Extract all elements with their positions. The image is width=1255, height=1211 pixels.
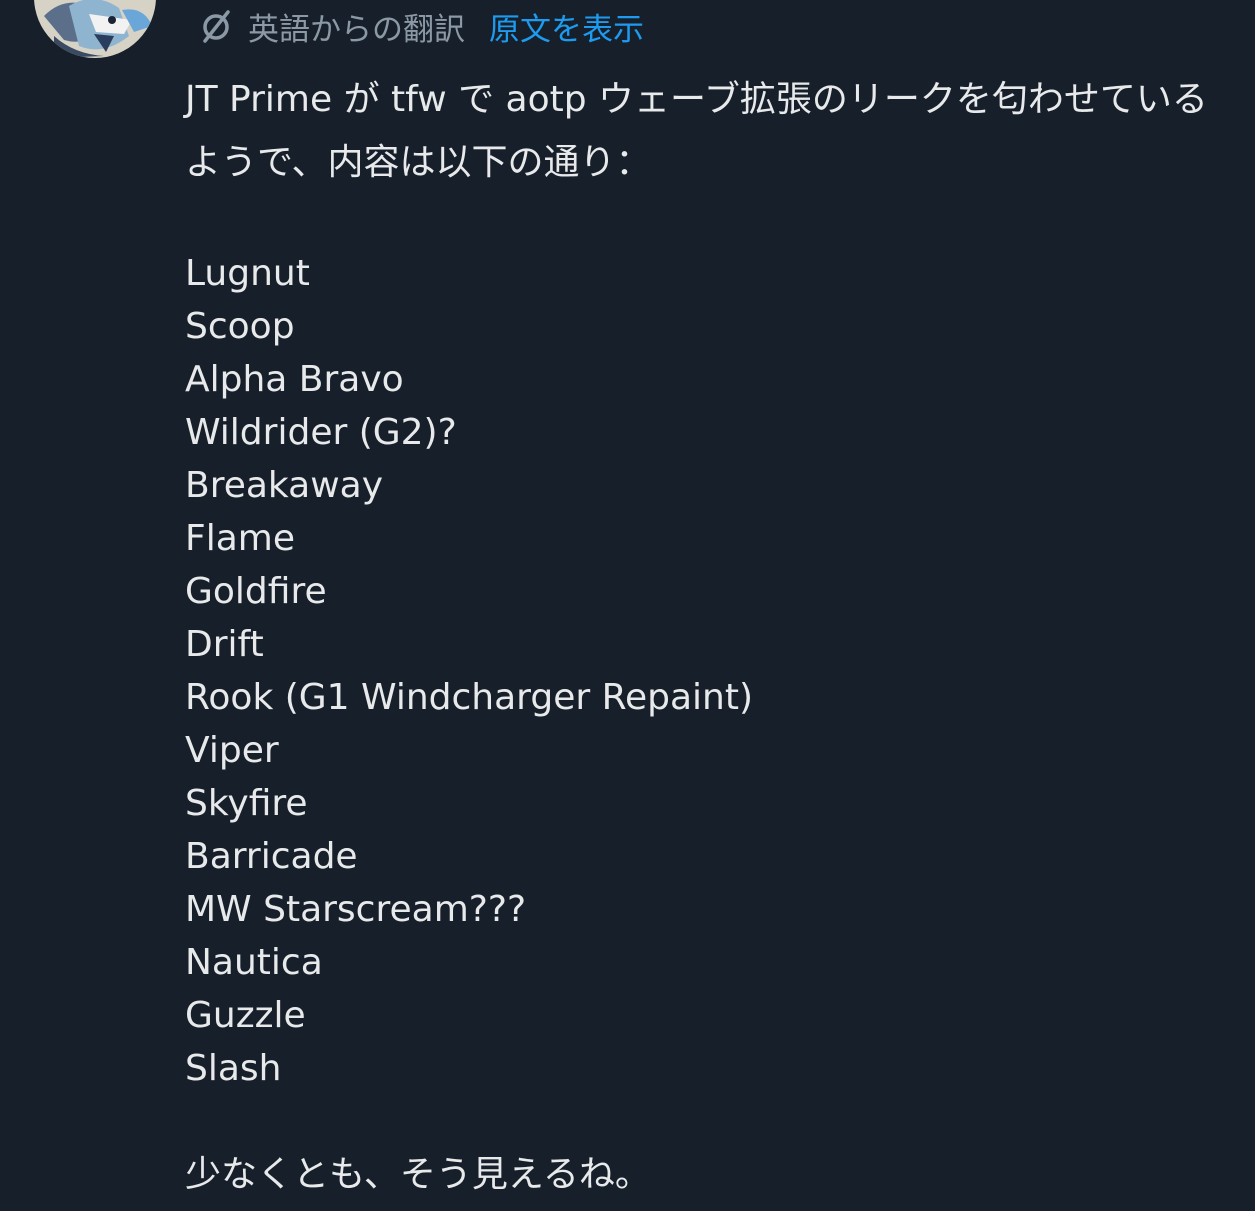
list-item: Skyfire <box>185 783 308 824</box>
list-item: MW Starscream??? <box>185 889 527 930</box>
translated-from-label: 英語からの翻訳 <box>248 11 465 48</box>
avatar-image <box>34 0 156 58</box>
show-original-link[interactable]: 原文を表示 <box>489 4 644 49</box>
list-item: Goldfire <box>185 571 327 612</box>
list-item: Guzzle <box>185 995 306 1036</box>
list-item: Scoop <box>185 306 295 347</box>
leak-list: Lugnut Scoop Alpha Bravo Wildrider (G2)?… <box>185 247 1225 1095</box>
list-item: Wildrider (G2)? <box>185 412 457 453</box>
tweet-intro: JT Prime が tfw で aotp ウェーブ拡張のリークを匂わせているよ… <box>185 79 1208 183</box>
list-item: Alpha Bravo <box>185 359 404 400</box>
list-item: Viper <box>185 730 279 771</box>
list-item: Drift <box>185 624 264 665</box>
list-item: Rook (G1 Windcharger Repaint) <box>185 677 754 718</box>
tweet-text: JT Prime が tfw で aotp ウェーブ拡張のリークを匂わせているよ… <box>185 68 1225 1201</box>
list-item: Barricade <box>185 836 358 877</box>
translation-bar: 英語からの翻訳 原文を表示 <box>196 4 644 48</box>
translate-icon <box>196 6 236 46</box>
avatar[interactable] <box>34 0 156 58</box>
list-item: Lugnut <box>185 253 310 294</box>
list-item: Slash <box>185 1048 282 1089</box>
tweet-outro: 少なくとも、そう見えるね。 <box>185 1154 651 1195</box>
list-item: Flame <box>185 518 295 559</box>
list-item: Nautica <box>185 942 323 983</box>
list-item: Breakaway <box>185 465 383 506</box>
